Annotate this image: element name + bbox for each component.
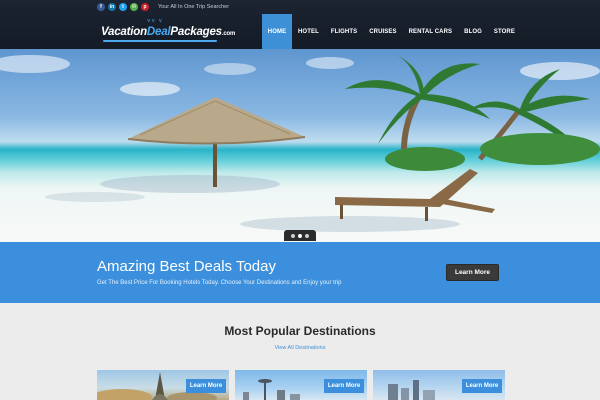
- logo-underline: [103, 40, 217, 42]
- promo-learn-more-button[interactable]: Learn More: [446, 264, 499, 281]
- linkedin-icon[interactable]: in: [108, 3, 116, 11]
- pinterest-icon[interactable]: p: [141, 3, 149, 11]
- card-learn-more-button[interactable]: Learn More: [186, 379, 226, 393]
- card-learn-more-button[interactable]: Learn More: [462, 379, 502, 393]
- site-tagline: Your All In One Trip Searcher: [158, 4, 230, 10]
- hero-slider: [0, 49, 600, 242]
- nav-hotel[interactable]: HOTEL: [292, 14, 325, 49]
- facebook-icon[interactable]: f: [97, 3, 105, 11]
- promo-title: Amazing Best Deals Today: [97, 258, 276, 275]
- nav-flights[interactable]: FLIGHTS: [325, 14, 363, 49]
- email-icon[interactable]: ✉: [130, 3, 138, 11]
- nav-cruises[interactable]: CRUISES: [363, 14, 402, 49]
- nav-home[interactable]: HOME: [262, 14, 292, 49]
- destinations-title: Most Popular Destinations: [224, 324, 376, 338]
- twitter-icon[interactable]: t: [119, 3, 127, 11]
- nav-blog[interactable]: BLOG: [458, 14, 488, 49]
- beach-scene: [0, 54, 600, 232]
- nav-rental-cars[interactable]: RENTAL CARS: [403, 14, 459, 49]
- destination-card[interactable]: Learn More: [373, 370, 505, 400]
- top-bar: f in t ✉ p Your All In One Trip Searcher: [97, 2, 229, 12]
- logo-text: VacationDealPackages.com: [101, 26, 236, 38]
- nav-store[interactable]: STORE: [488, 14, 521, 49]
- view-all-destinations-link[interactable]: View All Destinations: [0, 345, 600, 351]
- promo-subtitle: Get The Best Price For Booking Hotels To…: [97, 280, 342, 286]
- slider-dot-2[interactable]: [298, 233, 302, 238]
- site-header: f in t ✉ p Your All In One Trip Searcher…: [0, 0, 600, 49]
- slider-dot-1[interactable]: [291, 233, 295, 238]
- birds-icon: ˅˅ ˅: [147, 19, 164, 25]
- destination-card[interactable]: Learn More: [97, 370, 229, 400]
- promo-band: Amazing Best Deals Today Get The Best Pr…: [0, 242, 600, 303]
- slider-pagination: [284, 230, 316, 241]
- destination-card[interactable]: Learn More: [235, 370, 367, 400]
- main-nav: HOME HOTEL FLIGHTS CRUISES RENTAL CARS B…: [262, 14, 521, 49]
- slider-dot-3[interactable]: [305, 233, 309, 238]
- card-learn-more-button[interactable]: Learn More: [324, 379, 364, 393]
- site-logo[interactable]: ˅˅ ˅ VacationDealPackages.com: [101, 19, 235, 42]
